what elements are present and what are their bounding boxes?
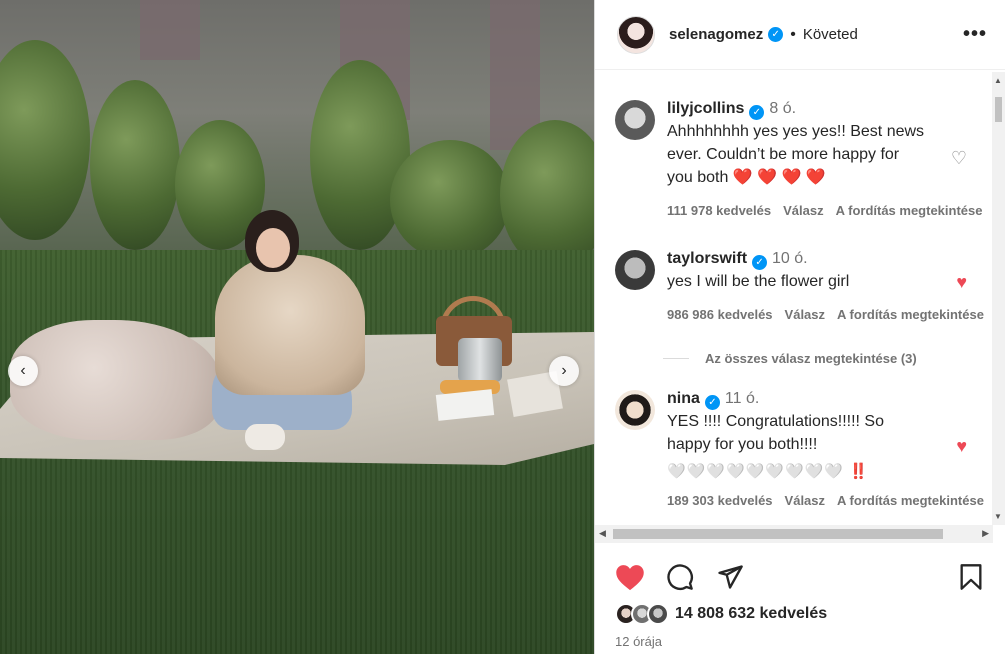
translate-link[interactable]: A fordítás megtekintése: [836, 203, 983, 218]
avatar[interactable]: [615, 250, 655, 290]
separator-dot: •: [790, 25, 796, 43]
comment-time: 8 ó.: [769, 100, 797, 117]
post-side-panel: selenagomez ✓ • Követed ••• lilyjcollins…: [594, 0, 1005, 654]
comment-icon[interactable]: [663, 560, 697, 594]
verified-icon: ✓: [704, 395, 720, 410]
send-icon[interactable]: [713, 560, 747, 594]
comment-likes[interactable]: 111 978 kedvelés: [667, 203, 771, 218]
likes-count[interactable]: 14 808 632 kedvelés: [675, 605, 827, 623]
avatar[interactable]: [647, 603, 669, 625]
post-actions: [613, 560, 988, 594]
author-username[interactable]: selenagomez: [669, 26, 763, 43]
comment-item: nina ✓ 11 ó. YES !!!! Congratulations!!!!!…: [615, 390, 993, 508]
verified-icon: ✓: [752, 255, 768, 270]
comment-time: 10 ó.: [772, 250, 808, 267]
horizontal-scrollbar[interactable]: ◀ ▶: [595, 525, 993, 543]
comment-item: lilyjcollins ✓ 8 ó. Ahhhhhhhh yes yes yes!…: [615, 100, 993, 218]
scroll-right-icon[interactable]: ▶: [982, 528, 989, 539]
comment-time: 11 ó.: [724, 390, 760, 407]
throw-blanket: [10, 320, 220, 440]
post-photo[interactable]: ‹ ›: [0, 0, 594, 654]
vertical-scrollbar[interactable]: ▲ ▼: [992, 72, 1005, 525]
post-timestamp[interactable]: 12 órája: [615, 634, 662, 649]
comment-username[interactable]: taylorswift: [667, 250, 747, 267]
scroll-left-icon[interactable]: ◀: [599, 528, 606, 539]
heart-icon[interactable]: [613, 560, 647, 594]
chevron-left-icon[interactable]: ‹: [8, 356, 38, 386]
verified-icon: ✓: [768, 27, 784, 42]
comment-text: yes I will be the flower girl: [667, 273, 850, 290]
avatar[interactable]: [615, 100, 655, 140]
divider: [663, 358, 689, 359]
heart-outline-icon[interactable]: ♡: [951, 148, 967, 169]
comment-likes[interactable]: 986 986 kedvelés: [667, 307, 773, 322]
heart-filled-icon[interactable]: ♥: [956, 272, 967, 293]
reply-button[interactable]: Válasz: [785, 493, 825, 508]
translate-link[interactable]: A fordítás megtekintése: [837, 307, 984, 322]
comment-item: taylorswift ✓ 10 ó. yes I will be the flow…: [615, 250, 993, 322]
avatar[interactable]: [615, 390, 655, 430]
comment-username[interactable]: nina: [667, 390, 700, 407]
comment-likes[interactable]: 189 303 kedvelés: [667, 493, 773, 508]
heart-filled-icon[interactable]: ♥: [956, 436, 967, 457]
view-replies-label: Az összes válasz megtekintése (3): [705, 351, 917, 366]
person-shoe: [245, 424, 285, 450]
comments-list[interactable]: lilyjcollins ✓ 8 ó. Ahhhhhhhh yes yes yes!…: [595, 72, 993, 525]
translate-link[interactable]: A fordítás megtekintése: [837, 493, 984, 508]
avatar[interactable]: [617, 15, 655, 54]
view-replies-link[interactable]: Az összes válasz megtekintése (3): [663, 351, 917, 366]
scroll-up-icon[interactable]: ▲: [994, 76, 1002, 85]
tree-shape: [390, 140, 510, 260]
comment-emoji-line: 🤍🤍🤍🤍🤍🤍🤍🤍🤍 ‼️: [667, 463, 869, 480]
tree-shape: [90, 80, 180, 250]
reply-button[interactable]: Válasz: [783, 203, 823, 218]
scrollbar-thumb[interactable]: [995, 97, 1002, 122]
more-options-icon[interactable]: •••: [963, 23, 987, 46]
post-header: selenagomez ✓ • Követed •••: [595, 0, 1005, 70]
ice-bucket: [458, 338, 502, 382]
likes-row: 14 808 632 kedvelés: [615, 603, 827, 625]
comment-text: Ahhhhhhhh yes yes yes!! Best news ever. …: [667, 123, 925, 186]
chevron-right-icon[interactable]: ›: [549, 356, 579, 386]
follow-status-button[interactable]: Követed: [803, 26, 858, 43]
verified-icon: ✓: [749, 105, 765, 120]
scrollbar-thumb[interactable]: [613, 529, 943, 539]
building-shape: [140, 0, 200, 60]
bookmark-icon[interactable]: [954, 560, 988, 594]
person-face: [256, 228, 290, 268]
comment-username[interactable]: lilyjcollins: [667, 100, 744, 117]
reply-button[interactable]: Válasz: [785, 307, 825, 322]
comment-text: YES !!!! Congratulations!!!!! So happy f…: [667, 413, 884, 453]
scroll-down-icon[interactable]: ▼: [994, 512, 1002, 521]
person-coat: [215, 255, 365, 395]
